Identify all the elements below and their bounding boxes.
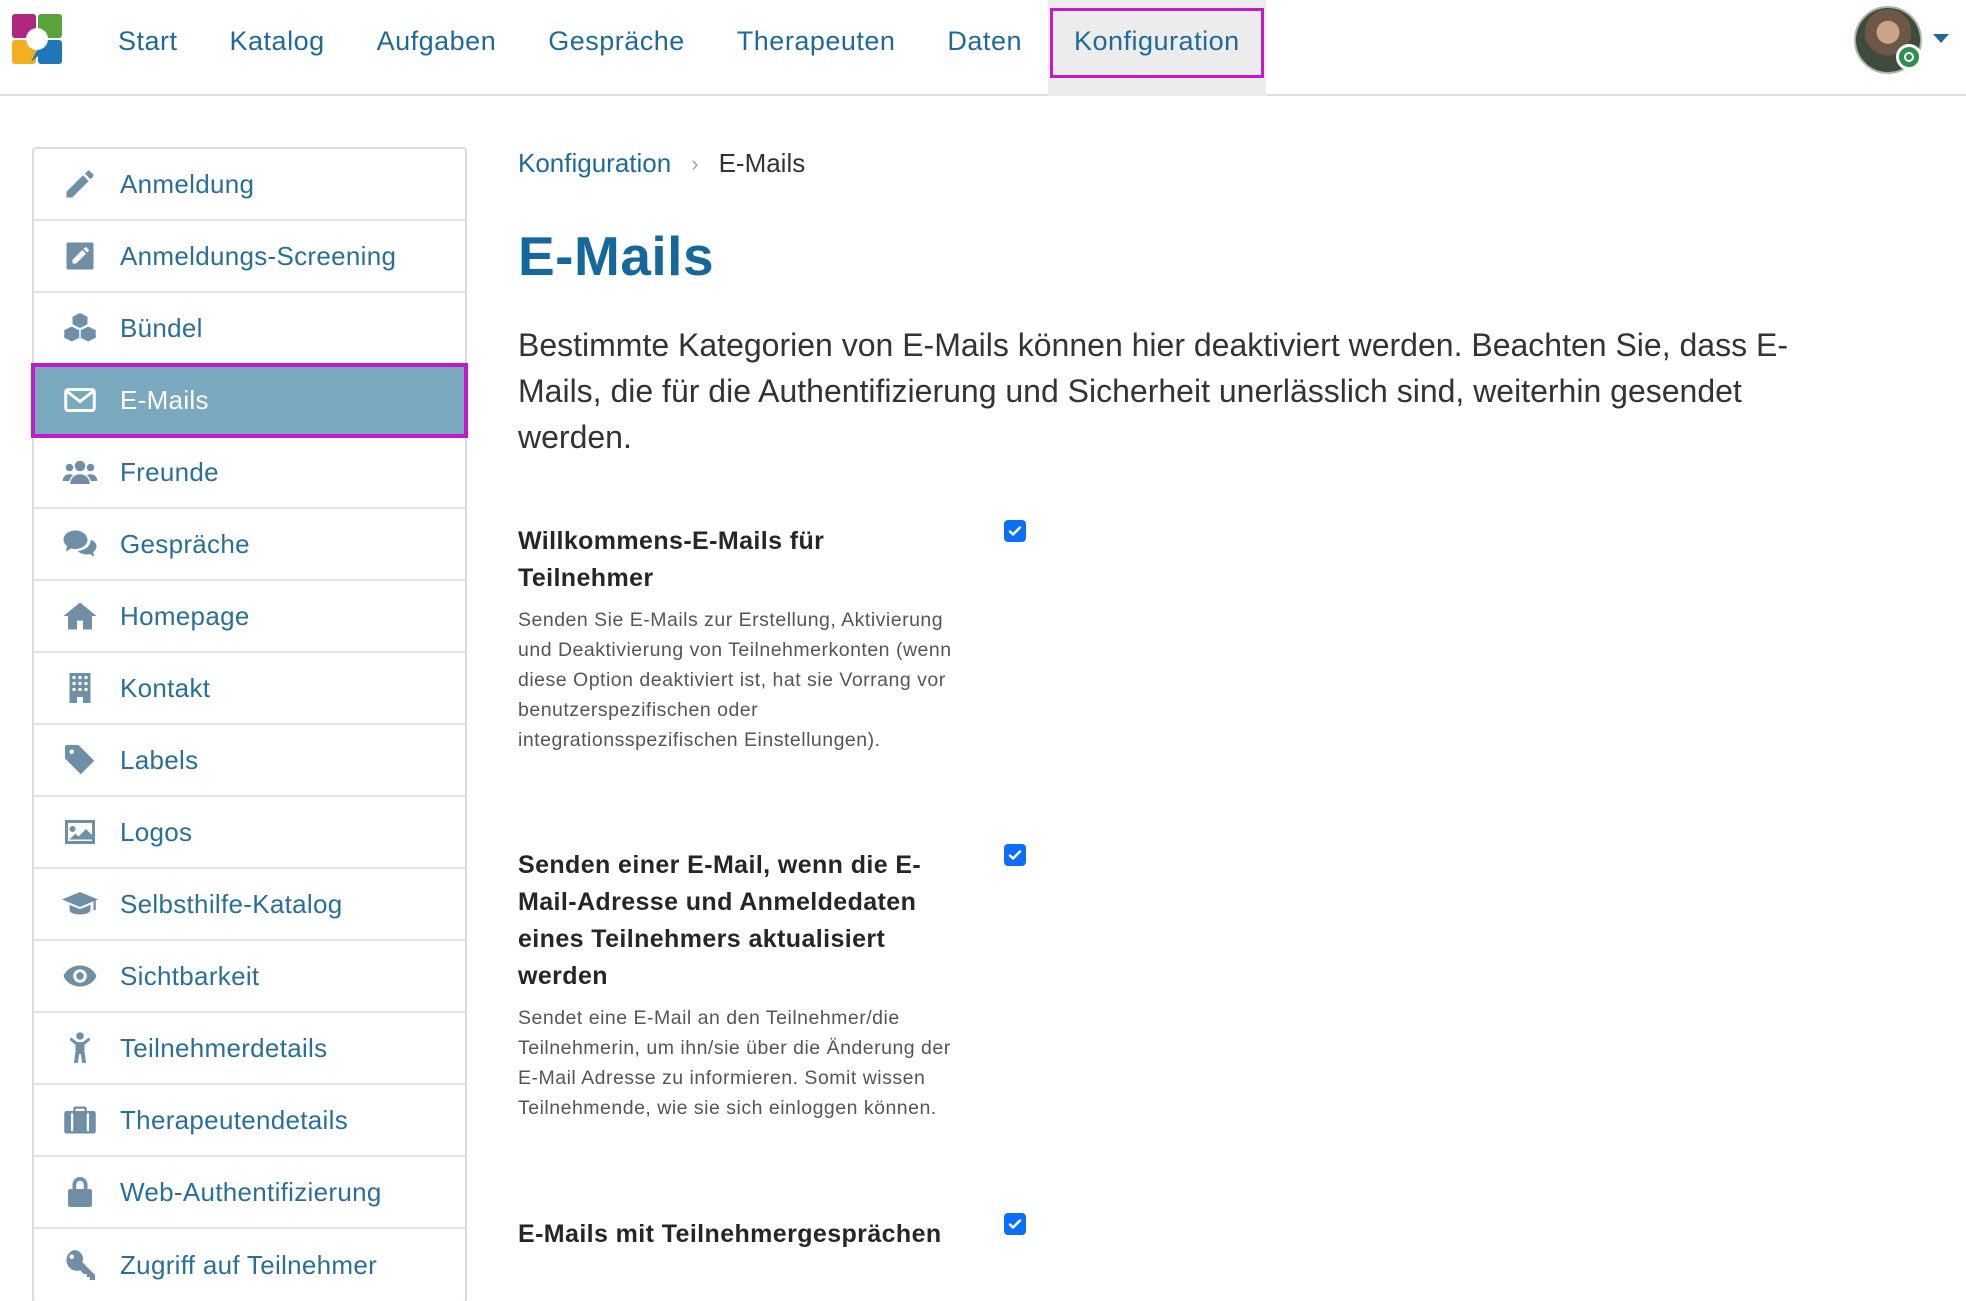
sidebar-item-label: Teilnehmerdetails	[120, 1032, 328, 1063]
sidebar-item-teilnehmerdetails[interactable]: Teilnehmerdetails	[34, 1013, 465, 1085]
welcome-emails-checkbox[interactable]	[1004, 520, 1026, 542]
sidebar-item-label: E-Mails	[120, 384, 209, 415]
graduation-cap-icon	[58, 886, 102, 922]
edit-square-icon	[58, 238, 102, 274]
sidebar-item-label: Gespräche	[120, 528, 250, 559]
setting-title: E-Mails mit Teilnehmergesprächen	[518, 1220, 942, 1248]
nav-aufgaben[interactable]: Aufgaben	[351, 0, 523, 96]
key-icon	[58, 1247, 102, 1283]
lock-icon	[58, 1174, 102, 1210]
nav-start[interactable]: Start	[92, 0, 204, 96]
image-icon	[58, 814, 102, 850]
sidebar-item-label: Logos	[120, 816, 193, 847]
sidebar-item-label: Selbsthilfe-Katalog	[120, 888, 343, 919]
sidebar-item-label: Freunde	[120, 456, 219, 487]
sidebar-item-label: Therapeutendetails	[120, 1104, 348, 1135]
briefcase-icon	[58, 1102, 102, 1138]
checkmark-icon	[1008, 1219, 1022, 1229]
home-icon	[58, 598, 102, 634]
page-intro: Bestimmte Kategorien von E-Mails können …	[518, 327, 1788, 455]
sidebar-item-label: Anmeldungs-Screening	[120, 240, 397, 271]
nav-therapeuten[interactable]: Therapeuten	[711, 0, 922, 96]
setting-description: Sendet eine E-Mail an den Teilnehmer/die…	[518, 1007, 951, 1119]
cubes-icon	[58, 310, 102, 346]
checkmark-icon	[1008, 850, 1022, 860]
sidebar-item-freunde[interactable]: Freunde	[34, 437, 465, 509]
email-change-checkbox[interactable]	[1004, 844, 1026, 866]
sidebar-item-selbsthilfe-katalog[interactable]: Selbsthilfe-Katalog	[34, 869, 465, 941]
sidebar-item-logos[interactable]: Logos	[34, 797, 465, 869]
users-icon	[58, 454, 102, 490]
sidebar-item-gespraeche[interactable]: Gespräche	[34, 509, 465, 581]
app-logo[interactable]	[12, 14, 62, 68]
sidebar-item-anmeldungs-screening[interactable]: Anmeldungs-Screening	[34, 221, 465, 293]
sidebar-item-labels[interactable]: Labels	[34, 725, 465, 797]
eye-icon	[58, 958, 102, 994]
breadcrumb: Konfiguration › E-Mails	[518, 148, 805, 179]
sidebar-item-label: Kontakt	[120, 672, 211, 703]
nav-konfiguration[interactable]: Konfiguration	[1047, 0, 1266, 96]
conversation-emails-checkbox[interactable]	[1004, 1213, 1026, 1235]
sidebar-item-kontakt[interactable]: Kontakt	[34, 653, 465, 725]
sidebar-item-label: Sichtbarkeit	[120, 960, 260, 991]
nav-daten[interactable]: Daten	[921, 0, 1048, 96]
comments-icon	[58, 526, 102, 562]
page-title: E-Mails	[518, 225, 715, 287]
nav-katalog[interactable]: Katalog	[204, 0, 351, 96]
sidebar-item-label: Zugriff auf Teilnehmer	[120, 1249, 378, 1280]
pencil-icon	[58, 166, 102, 202]
breadcrumb-current: E-Mails	[718, 148, 806, 178]
setting-conversation-emails: E-Mails mit Teilnehmergesprächen	[518, 1216, 958, 1253]
tag-icon	[58, 742, 102, 778]
top-navbar: Start Katalog Aufgaben Gespräche Therape…	[0, 0, 1966, 96]
main-nav: Start Katalog Aufgaben Gespräche Therape…	[92, 0, 1266, 96]
sidebar-item-label: Anmeldung	[120, 168, 255, 199]
chevron-right-icon: ›	[691, 150, 699, 176]
setting-email-change-notification: Senden einer E-Mail, wenn die E-Mail-Adr…	[518, 847, 958, 1123]
sidebar-item-label: Homepage	[120, 600, 250, 631]
envelope-icon	[58, 382, 102, 418]
setting-title: Willkommens-E-Mails für Teilnehmer	[518, 527, 825, 592]
sidebar-item-sichtbarkeit[interactable]: Sichtbarkeit	[34, 941, 465, 1013]
config-sidebar: Anmeldung Anmeldungs-Screening Bündel E-…	[31, 147, 468, 1301]
sidebar-item-label: Web-Authentifizierung	[120, 1176, 382, 1207]
sidebar-item-zugriff-auf-teilnehmer[interactable]: Zugriff auf Teilnehmer	[34, 1229, 465, 1301]
sidebar-item-buendel[interactable]: Bündel	[34, 293, 465, 365]
sidebar-item-web-authentifizierung[interactable]: Web-Authentifizierung	[34, 1157, 465, 1229]
sidebar-item-e-mails[interactable]: E-Mails	[31, 363, 468, 438]
breadcrumb-konfiguration-link[interactable]: Konfiguration	[518, 148, 671, 179]
sidebar-item-anmeldung[interactable]: Anmeldung	[34, 149, 465, 221]
setting-welcome-emails: Willkommens-E-Mails für Teilnehmer Sende…	[518, 523, 958, 755]
child-icon	[58, 1030, 102, 1066]
sidebar-item-homepage[interactable]: Homepage	[34, 581, 465, 653]
sidebar-item-label: Labels	[120, 744, 199, 775]
building-icon	[58, 670, 102, 706]
setting-description: Senden Sie E-Mails zur Erstellung, Aktiv…	[518, 609, 952, 751]
checkmark-icon	[1008, 526, 1022, 536]
sidebar-item-label: Bündel	[120, 312, 203, 343]
nav-gespraeche[interactable]: Gespräche	[522, 0, 711, 96]
setting-title: Senden einer E-Mail, wenn die E-Mail-Adr…	[518, 851, 922, 990]
sidebar-item-therapeutendetails[interactable]: Therapeutendetails	[34, 1085, 465, 1157]
visibility-badge-icon	[1896, 44, 1922, 70]
user-menu-caret-icon[interactable]	[1933, 34, 1949, 43]
